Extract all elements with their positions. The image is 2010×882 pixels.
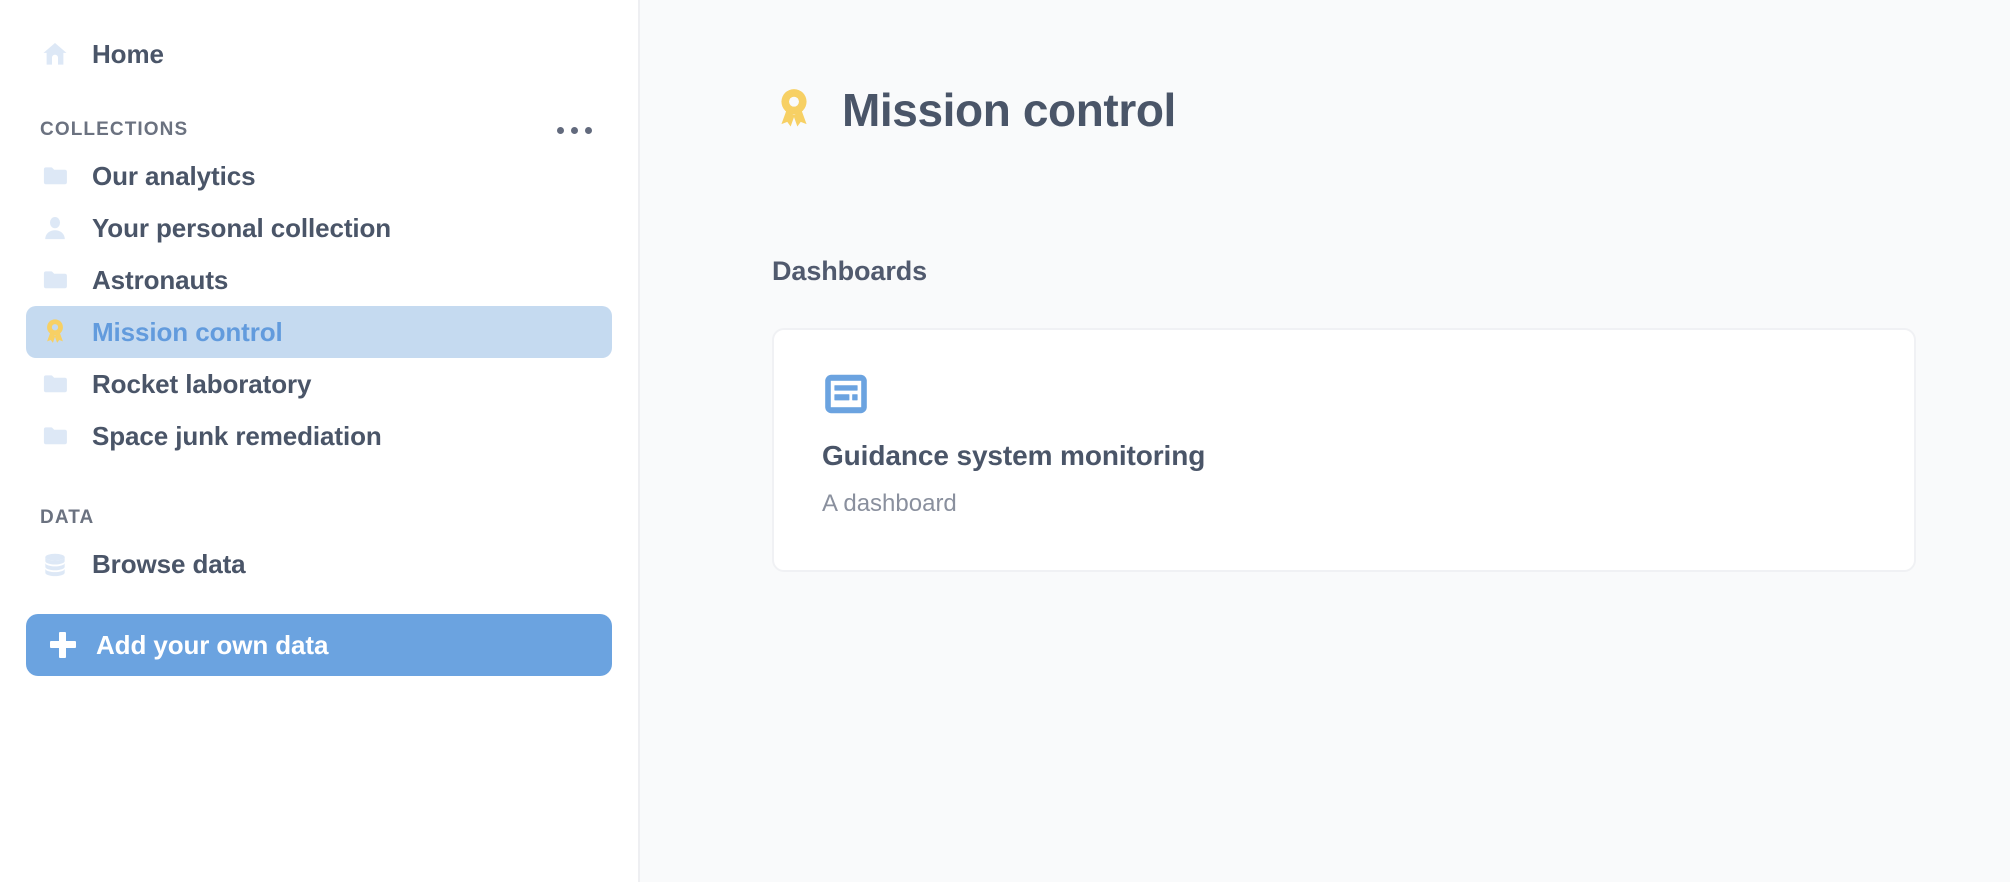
plus-icon [50, 632, 76, 658]
dashboards-section-label: Dashboards [772, 256, 928, 286]
sidebar-item-our-analytics[interactable]: Our analytics [26, 150, 612, 202]
dot [571, 126, 578, 134]
sidebar: Home COLLECTIONS Our analytics Your pers… [0, 0, 640, 882]
badge-icon [772, 87, 816, 133]
home-icon [40, 39, 70, 69]
sidebar-item-space-junk-remediation[interactable]: Space junk remediation [26, 410, 612, 462]
app-root: Home COLLECTIONS Our analytics Your pers… [0, 0, 2010, 882]
sidebar-item-browse-data[interactable]: Browse data [26, 538, 612, 590]
dot [585, 126, 592, 134]
sidebar-item-label: Space junk remediation [92, 420, 382, 451]
data-section-title: DATA [40, 507, 95, 528]
dashboard-card-title: Guidance system monitoring [822, 440, 1206, 471]
sidebar-item-label: Rocket laboratory [92, 368, 312, 399]
folder-icon [40, 161, 70, 191]
database-icon [40, 549, 70, 579]
add-data-button-label: Add your own data [96, 629, 329, 660]
sidebar-item-label: Mission control [92, 316, 283, 347]
dot [557, 126, 564, 134]
page-title: Mission control [842, 83, 1176, 136]
data-section-header: DATA [40, 498, 598, 538]
sidebar-item-astronauts[interactable]: Astronauts [26, 254, 612, 306]
sidebar-item-rocket-laboratory[interactable]: Rocket laboratory [26, 358, 612, 410]
add-your-own-data-button[interactable]: Add your own data [26, 614, 612, 676]
sidebar-item-home[interactable]: Home [26, 28, 612, 80]
folder-icon [40, 265, 70, 295]
badge-icon [40, 317, 70, 347]
folder-icon [40, 369, 70, 399]
dashboard-card-subtitle: A dashboard [822, 490, 957, 517]
person-icon [40, 213, 70, 243]
sidebar-item-label: Our analytics [92, 160, 256, 191]
page-header: Mission control [640, 0, 2010, 168]
dashboard-icon [822, 370, 870, 418]
collections-section-title: COLLECTIONS [40, 119, 189, 140]
sidebar-item-label: Browse data [92, 548, 246, 579]
sidebar-item-label: Home [92, 38, 164, 69]
sidebar-item-mission-control[interactable]: Mission control [26, 306, 612, 358]
ellipsis-icon[interactable] [551, 117, 598, 144]
main-content: Mission control Dashboards Guidance syst… [640, 0, 2010, 882]
sidebar-item-your-personal-collection[interactable]: Your personal collection [26, 202, 612, 254]
folder-icon [40, 421, 70, 451]
collections-section-header: COLLECTIONS [40, 110, 598, 150]
dashboard-card[interactable]: Guidance system monitoring A dashboard [772, 328, 1916, 572]
sidebar-item-label: Astronauts [92, 264, 229, 295]
sidebar-item-label: Your personal collection [92, 212, 392, 243]
